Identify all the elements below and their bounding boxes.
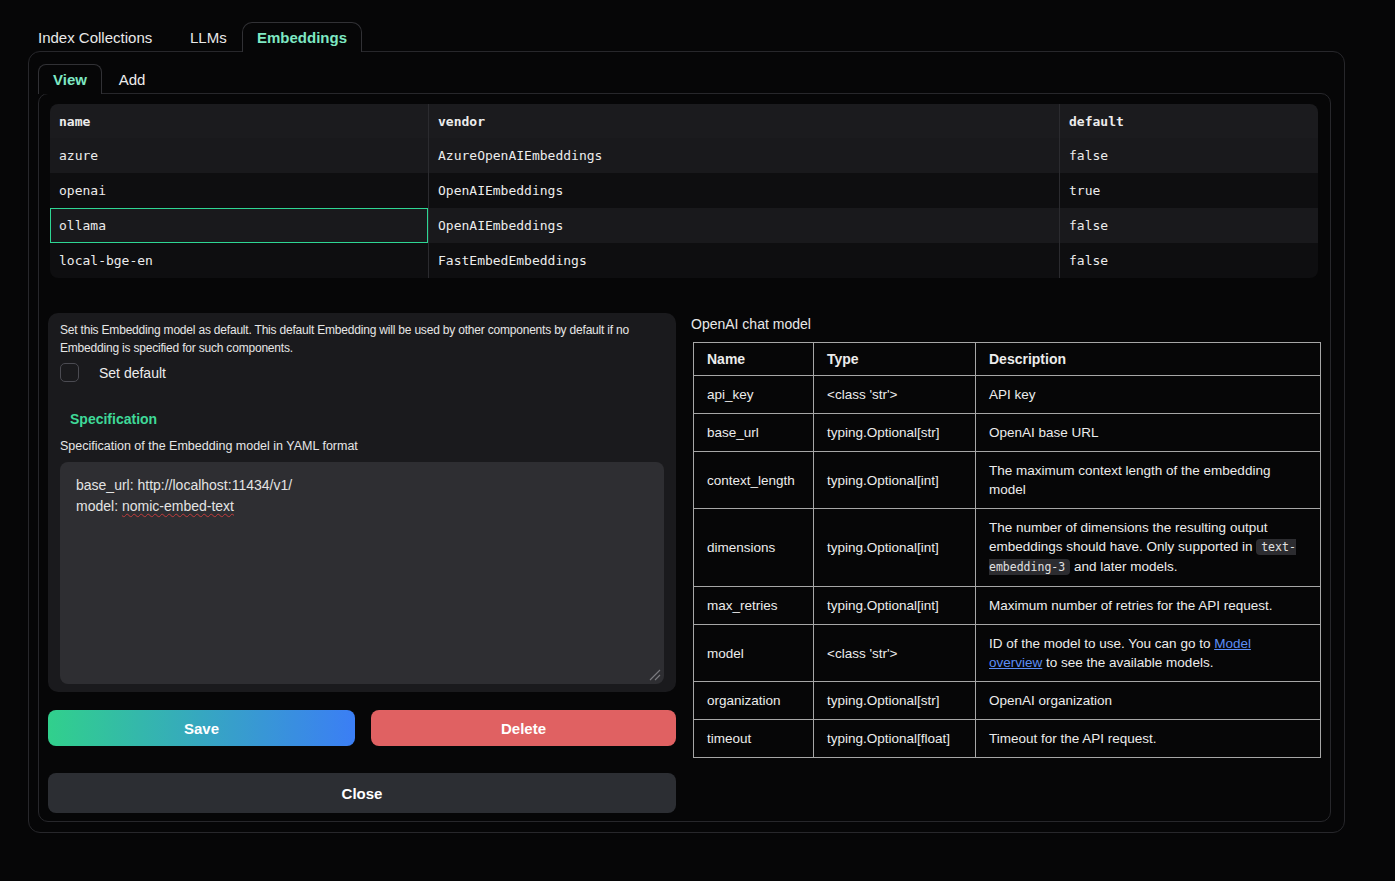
model-info-title: OpenAI chat model bbox=[691, 316, 811, 332]
param-type: typing.Optional[int] bbox=[814, 587, 976, 625]
subtab-view[interactable]: View bbox=[38, 64, 102, 94]
cell-name: azure bbox=[50, 138, 428, 173]
tab-index-collections[interactable]: Index Collections bbox=[38, 29, 152, 46]
model-param-row-context_length: context_lengthtyping.Optional[int]The ma… bbox=[694, 452, 1321, 509]
tab-embeddings[interactable]: Embeddings bbox=[242, 22, 362, 52]
close-button[interactable]: Close bbox=[48, 773, 676, 813]
cell-vendor: OpenAIEmbeddings bbox=[428, 208, 1059, 243]
cell-name: local-bge-en bbox=[50, 243, 428, 278]
param-description: Timeout for the API request. bbox=[976, 720, 1321, 758]
yaml-line-2: model: nomic-embed-text bbox=[76, 496, 648, 517]
param-type: typing.Optional[int] bbox=[814, 509, 976, 587]
inline-code: text-embedding-3 bbox=[989, 539, 1296, 575]
param-description: ID of the model to use. You can go to Mo… bbox=[976, 625, 1321, 682]
param-name: timeout bbox=[694, 720, 814, 758]
yaml-line-1: base_url: http://localhost:11434/v1/ bbox=[76, 475, 648, 496]
subtab-add[interactable]: Add bbox=[110, 64, 154, 94]
model-param-row-max_retries: max_retriestyping.Optional[int]Maximum n… bbox=[694, 587, 1321, 625]
param-name: model bbox=[694, 625, 814, 682]
embeddings-row-azure[interactable]: azureAzureOpenAIEmbeddingsfalse bbox=[50, 138, 1318, 173]
specification-heading: Specification bbox=[70, 411, 157, 427]
col-header-default: default bbox=[1059, 104, 1318, 138]
param-description: API key bbox=[976, 376, 1321, 414]
specification-subtitle: Specification of the Embedding model in … bbox=[60, 439, 358, 453]
cell-default: false bbox=[1059, 208, 1318, 243]
save-button[interactable]: Save bbox=[48, 710, 355, 746]
param-type: <class 'str'> bbox=[814, 625, 976, 682]
param-description: Maximum number of retries for the API re… bbox=[976, 587, 1321, 625]
param-type: typing.Optional[str] bbox=[814, 682, 976, 720]
param-name: api_key bbox=[694, 376, 814, 414]
model-info-table: Name Type Description api_key<class 'str… bbox=[693, 342, 1321, 758]
model-param-row-model: model<class 'str'>ID of the model to use… bbox=[694, 625, 1321, 682]
param-type: typing.Optional[float] bbox=[814, 720, 976, 758]
subtab-view-label: View bbox=[53, 71, 87, 88]
cell-vendor: OpenAIEmbeddings bbox=[428, 173, 1059, 208]
param-description: OpenAI base URL bbox=[976, 414, 1321, 452]
cell-name: ollama bbox=[50, 208, 428, 243]
resize-grip-icon[interactable] bbox=[649, 669, 661, 681]
model-param-row-api_key: api_key<class 'str'>API key bbox=[694, 376, 1321, 414]
param-type: typing.Optional[str] bbox=[814, 414, 976, 452]
model-param-row-timeout: timeouttyping.Optional[float]Timeout for… bbox=[694, 720, 1321, 758]
model-param-row-dimensions: dimensionstyping.Optional[int]The number… bbox=[694, 509, 1321, 587]
set-default-label: Set default bbox=[99, 365, 166, 381]
cell-name: openai bbox=[50, 173, 428, 208]
cell-vendor: AzureOpenAIEmbeddings bbox=[428, 138, 1059, 173]
cell-default: true bbox=[1059, 173, 1318, 208]
default-description: Set this Embedding model as default. Thi… bbox=[60, 321, 668, 357]
model-table-header: Name Type Description bbox=[694, 343, 1321, 376]
col-header-name: Name bbox=[694, 343, 814, 376]
set-default-checkbox[interactable] bbox=[60, 363, 79, 382]
tab-embeddings-label: Embeddings bbox=[257, 29, 347, 46]
param-type: <class 'str'> bbox=[814, 376, 976, 414]
cell-default: false bbox=[1059, 138, 1318, 173]
param-type: typing.Optional[int] bbox=[814, 452, 976, 509]
col-header-type: Type bbox=[814, 343, 976, 376]
embeddings-row-local-bge-en[interactable]: local-bge-enFastEmbedEmbeddingsfalse bbox=[50, 243, 1318, 278]
tab-llms[interactable]: LLMs bbox=[190, 29, 227, 46]
model-overview-link[interactable]: Model overview bbox=[989, 636, 1251, 670]
embeddings-table-header: name vendor default bbox=[50, 104, 1318, 138]
model-param-row-organization: organizationtyping.Optional[str]OpenAI o… bbox=[694, 682, 1321, 720]
param-name: context_length bbox=[694, 452, 814, 509]
embeddings-row-openai[interactable]: openaiOpenAIEmbeddingstrue bbox=[50, 173, 1318, 208]
col-header-vendor: vendor bbox=[428, 104, 1059, 138]
param-description: The number of dimensions the resulting o… bbox=[976, 509, 1321, 587]
embeddings-row-ollama[interactable]: ollamaOpenAIEmbeddingsfalse bbox=[50, 208, 1318, 243]
param-name: organization bbox=[694, 682, 814, 720]
cell-vendor: FastEmbedEmbeddings bbox=[428, 243, 1059, 278]
param-name: dimensions bbox=[694, 509, 814, 587]
param-description: The maximum context length of the embedd… bbox=[976, 452, 1321, 509]
param-name: max_retries bbox=[694, 587, 814, 625]
delete-button[interactable]: Delete bbox=[371, 710, 676, 746]
col-header-name: name bbox=[50, 104, 428, 138]
cell-default: false bbox=[1059, 243, 1318, 278]
yaml-spec-textarea[interactable]: base_url: http://localhost:11434/v1/ mod… bbox=[60, 462, 664, 684]
param-name: base_url bbox=[694, 414, 814, 452]
embeddings-table: name vendor default azureAzureOpenAIEmbe… bbox=[50, 104, 1318, 278]
param-description: OpenAI organization bbox=[976, 682, 1321, 720]
model-param-row-base_url: base_urltyping.Optional[str]OpenAI base … bbox=[694, 414, 1321, 452]
col-header-description: Description bbox=[976, 343, 1321, 376]
